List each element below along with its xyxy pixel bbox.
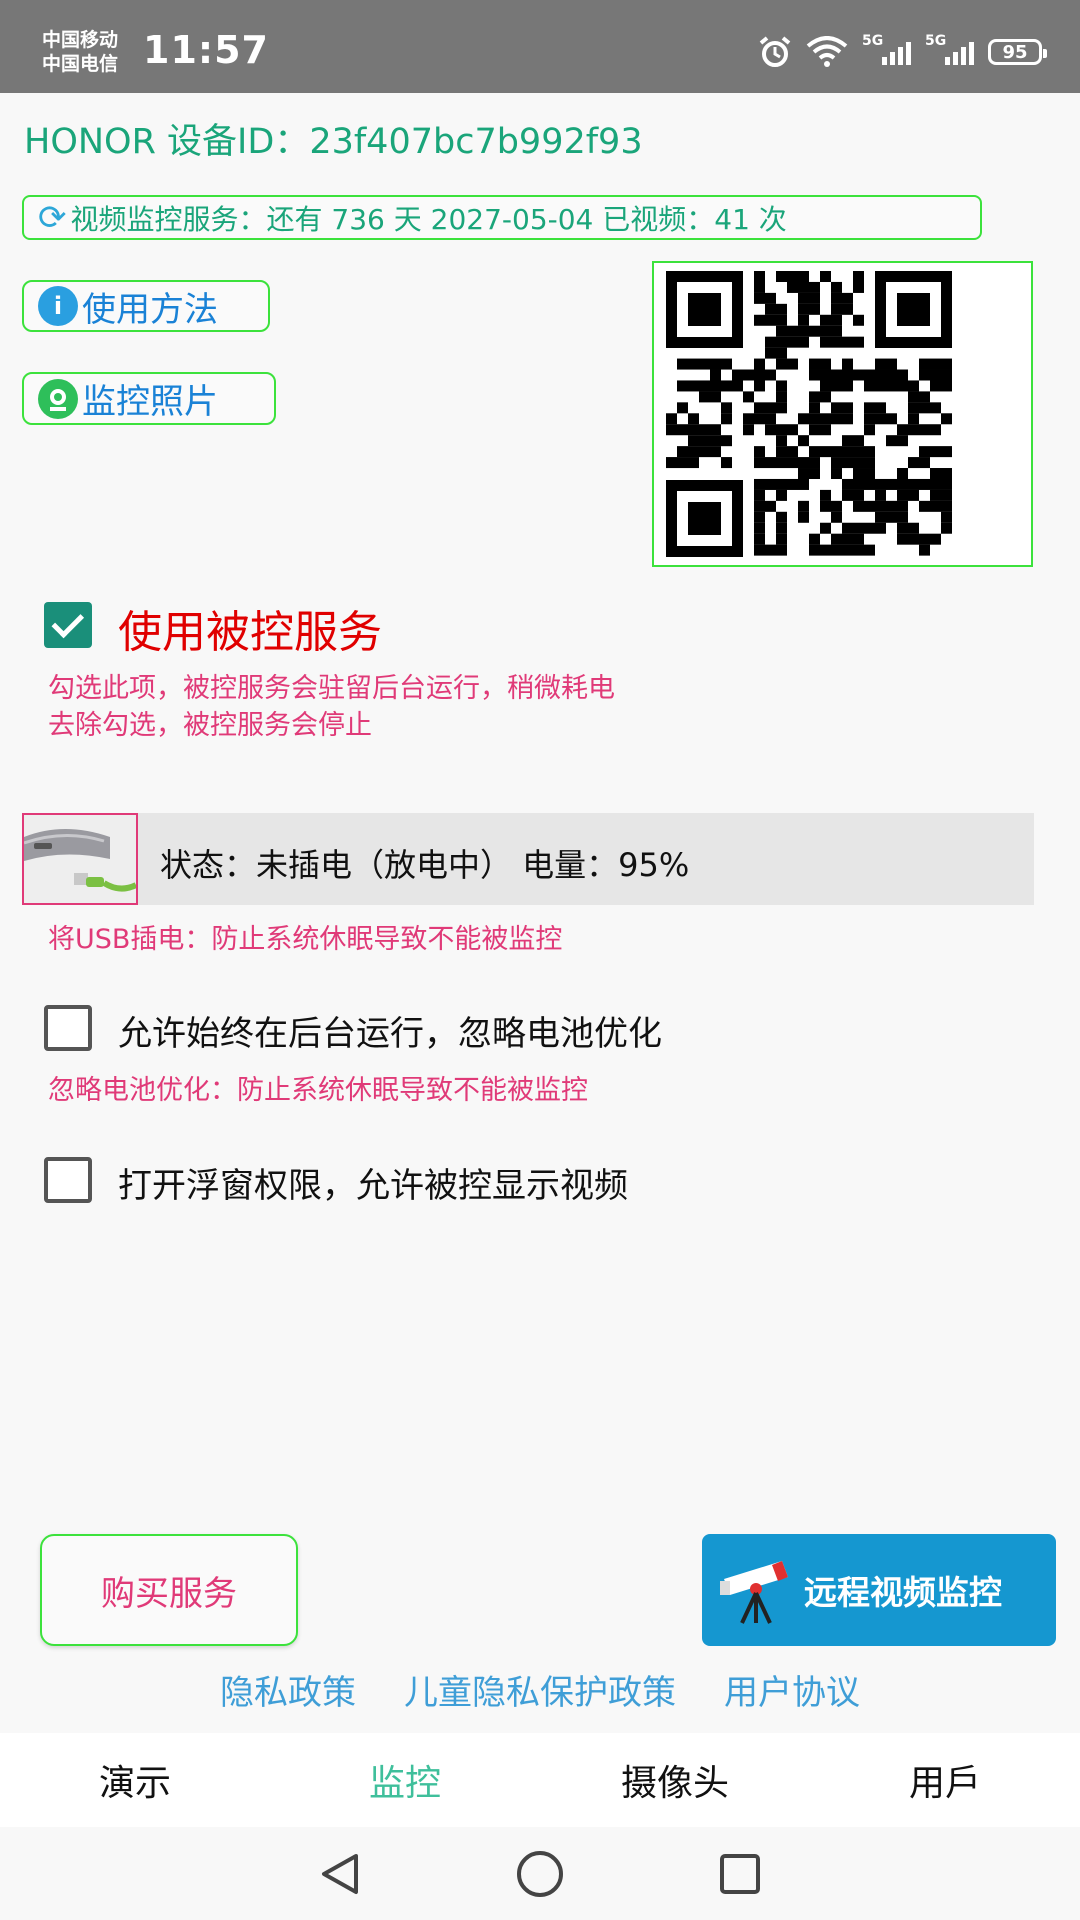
privacy-policy-link[interactable]: 隐私政策 [220,1665,356,1714]
device-id-value: 23f407bc7b992f93 [309,122,643,162]
battery-icon: 95 [988,39,1047,65]
carrier-2: 中国电信 [42,53,119,75]
wifi-icon [806,36,848,67]
controlled-service-note-2: 去除勾选，被控服务会停止 [48,710,372,741]
controlled-service-checkbox[interactable] [44,602,92,648]
device-id: HONOR 设备ID：23f407bc7b992f93 [24,113,643,164]
usage-button[interactable]: i 使用方法 [22,280,270,332]
status-bar: 中国移动 中国电信 11:57 5G 5G 95 [0,0,1080,93]
buy-service-label: 购买服务 [101,1573,237,1614]
float-window-checkbox[interactable] [44,1157,92,1203]
carrier-info: 中国移动 中国电信 [42,28,118,76]
qr-code-image [666,271,952,557]
network-type-2: 5G [925,33,947,49]
system-nav-bar [0,1827,1080,1920]
monitor-photos-button[interactable]: 监控照片 [22,372,276,425]
background-run-checkbox[interactable] [44,1005,92,1051]
background-run-note: 忽略电池优化：防止系统休眠导致不能被监控 [48,1075,588,1106]
tab-user[interactable]: 用戶 [810,1733,1080,1827]
remote-video-monitor-button[interactable]: 远程视频监控 [702,1534,1056,1646]
tab-demo[interactable]: 演示 [0,1733,270,1827]
info-icon: i [38,286,78,326]
bottom-tab-bar: 演示 监控 摄像头 用戶 [0,1733,1080,1827]
battery-level: 95 [1002,41,1028,63]
home-icon[interactable] [514,1848,566,1900]
policy-links: 隐私政策 儿童隐私保护政策 用户协议 [0,1665,1080,1714]
usage-label: 使用方法 [82,289,218,330]
signal-2-icon: 5G [925,33,974,65]
controlled-service-label: 使用被控服务 [118,607,382,658]
signal-1-icon: 5G [862,33,911,65]
child-privacy-policy-link[interactable]: 儿童隐私保护政策 [404,1665,676,1714]
device-id-label: HONOR 设备ID： [24,122,310,162]
carrier-1: 中国移动 [42,29,119,51]
charging-status-text: 状态：未插电（放电中） 电量：95% [160,846,690,884]
qr-code [652,261,1033,567]
service-status-bar[interactable]: ⟳ 视频监控服务：还有 736 天 2027-05-04 已视频：41 次 [22,195,982,240]
tab-camera[interactable]: 摄像头 [540,1733,810,1827]
recents-icon[interactable] [716,1850,764,1898]
float-window-label: 打开浮窗权限，允许被控显示视频 [118,1166,628,1206]
status-icons: 5G 5G 95 [758,33,1047,68]
remote-video-monitor-label: 远程视频监控 [804,1573,1002,1612]
clock: 11:57 [143,28,269,72]
tab-monitor[interactable]: 监控 [270,1733,540,1827]
service-status-text: 视频监控服务：还有 736 天 2027-05-04 已视频：41 次 [70,202,787,236]
webcam-icon [38,378,78,419]
user-agreement-link[interactable]: 用户协议 [724,1665,860,1714]
charging-note: 将USB插电：防止系统休眠导致不能被监控 [48,924,563,955]
background-run-label: 允许始终在后台运行，忽略电池优化 [118,1014,662,1054]
network-type-1: 5G [862,33,884,49]
monitor-photos-label: 监控照片 [82,382,218,422]
refresh-icon: ⟳ [38,197,67,238]
telescope-icon [720,1561,788,1624]
alarm-icon [759,36,791,67]
controlled-service-note-1: 勾选此项，被控服务会驻留后台运行，稍微耗电 [48,673,615,704]
back-icon[interactable] [316,1850,364,1898]
usb-charging-image [22,813,138,905]
buy-service-button[interactable]: 购买服务 [40,1534,298,1646]
